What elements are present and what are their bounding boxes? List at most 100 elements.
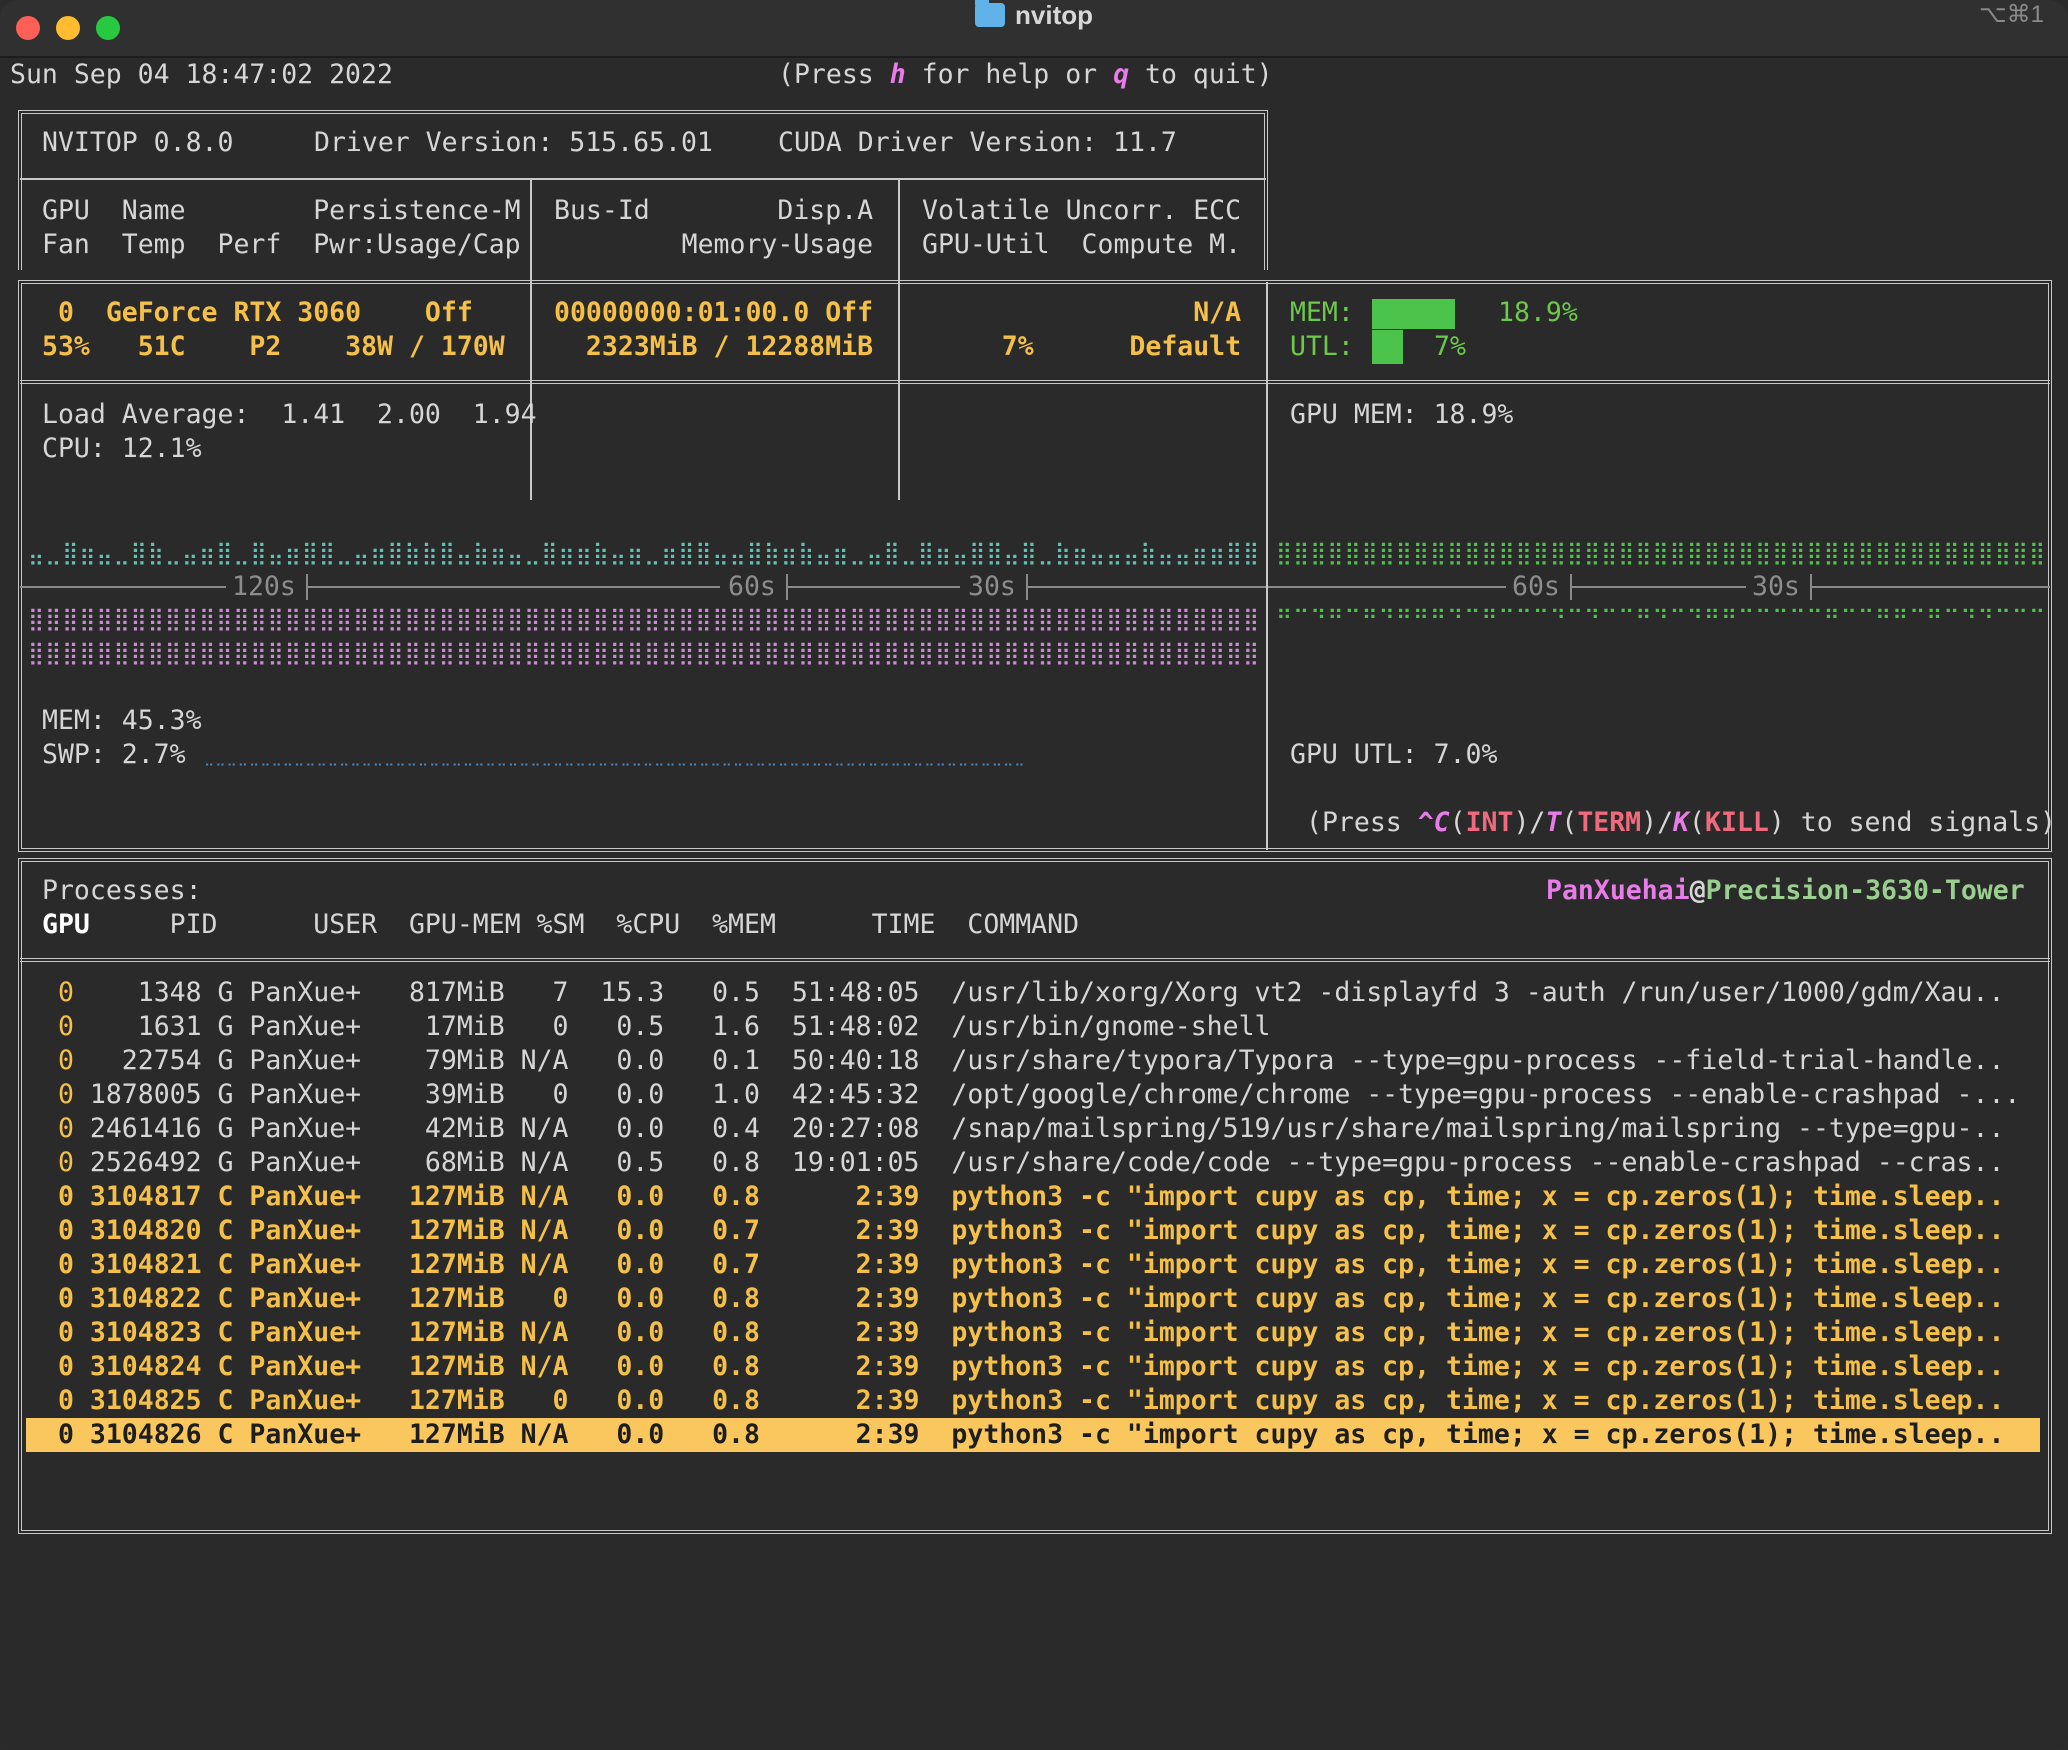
folder-icon — [975, 0, 1005, 27]
window-title-text: nvitop — [1015, 0, 1093, 30]
hostname: Precision-3630-Tower — [1705, 875, 2025, 906]
signals-text: ( — [1561, 807, 1578, 838]
process-row[interactable]: 0 1348 G PanXue+ 817MiB 7 15.3 0.5 51:48… — [26, 976, 2040, 1010]
user-host: PanXuehai@Precision-3630-Tower — [1546, 874, 2025, 908]
terminal-window: nvitop ⌥⌘1 Sun Sep 04 18:47:02 2022 (Pre… — [0, 0, 2068, 1750]
driver-version: Driver Version: 515.65.01 — [314, 127, 713, 158]
signals-text: )/ — [1513, 807, 1546, 838]
help-text-mid: for help or — [905, 59, 1114, 90]
process-gpu-index: 0 — [42, 1079, 74, 1110]
time-axis — [1572, 586, 1746, 588]
signal-key-k: K — [1673, 807, 1690, 838]
signal-int: INT — [1465, 807, 1514, 838]
time-axis — [788, 586, 960, 588]
utl-usage-bar — [1372, 330, 1403, 364]
process-row[interactable]: 0 3104817 C PanXue+ 127MiB N/A 0.0 0.8 2… — [26, 1180, 2040, 1214]
mem-usage-bar — [1372, 299, 1455, 329]
signals-text: ) to send signals) — [1768, 807, 2057, 838]
mem-percent: MEM: 45.3% — [42, 705, 202, 736]
divider — [20, 178, 1266, 180]
divider — [20, 958, 2050, 962]
gpu-utl-history-graph: ⠛⠉⠙⠛⠉⠛⠙⠛⠛⠛⠙⠉⠛⠉⠉⠉⠙⠉⠙⠉⠉⠛⠙⠉⠙⠛⠛⠉⠉⠉⠉⠉⠛⠉⠉⠛⠛⠉⠛⠉… — [1276, 608, 2044, 632]
process-details: 3104821 C PanXue+ 127MiB N/A 0.0 0.7 2:3… — [73, 1249, 2005, 1280]
gpu-row-c3r1: N/A — [922, 297, 1242, 328]
process-details: 3104825 C PanXue+ 127MiB 0 0.0 0.8 2:39 … — [73, 1385, 2005, 1416]
process-row[interactable]: 0 3104825 C PanXue+ 127MiB 0 0.0 0.8 2:3… — [26, 1384, 2040, 1418]
cpu-history-graph: ⣤⣀⣿⣶⣤⣀⣿⣷⣀⣤⣶⣿⣀⣿⣤⣶⣿⣿⣀⣤⣶⣿⣷⣷⣿⣤⣷⣶⣤⣀⣿⣶⣶⣷⣤⣶⣀⣶⣿⣿… — [28, 542, 1258, 566]
process-gpu-index: 0 — [42, 1113, 74, 1144]
process-gpu-index: 0 — [42, 1011, 74, 1042]
gpu-header-c2r1: Bus-Id Disp.A — [554, 195, 874, 226]
mem-history-graph: ⣿⣿⣿⣿⣿⣿⣿⣿⣿⣿⣿⣿⣿⣿⣿⣿⣿⣿⣿⣿⣿⣿⣿⣿⣿⣿⣿⣿⣿⣿⣿⣿⣿⣿⣿⣿⣿⣿⣿⣿… — [28, 608, 1258, 632]
process-gpu-index: 0 — [42, 1385, 74, 1416]
signals-hint: (Press ^C(INT)/T(TERM)/K(KILL) to send s… — [1306, 806, 2056, 840]
process-row[interactable]: 0 1878005 G PanXue+ 39MiB 0 0.0 1.0 42:4… — [26, 1078, 2040, 1112]
process-row[interactable]: 0 22754 G PanXue+ 79MiB N/A 0.0 0.1 50:4… — [26, 1044, 2040, 1078]
time-axis — [308, 586, 720, 588]
signals-text: (Press — [1306, 807, 1418, 838]
process-row[interactable]: 0 3104824 C PanXue+ 127MiB N/A 0.0 0.8 2… — [26, 1350, 2040, 1384]
swp-history-graph: ⣀⣀⣀⣀⣀⣀⣀⣀⣀⣀⣀⣀⣀⣀⣀⣀⣀⣀⣀⣀⣀⣀⣀⣀⣀⣀⣀⣀⣀⣀⣀⣀⣀⣀⣀⣀⣀⣀⣀⣀… — [204, 752, 1026, 766]
window-shortcut: ⌥⌘1 — [1978, 1, 2044, 28]
process-details: 3104817 C PanXue+ 127MiB N/A 0.0 0.8 2:3… — [73, 1181, 2005, 1212]
datetime: Sun Sep 04 18:47:02 2022 — [10, 59, 393, 90]
signal-term: TERM — [1577, 807, 1642, 838]
username: PanXuehai — [1546, 875, 1690, 906]
column-headers[interactable]: PID USER GPU-MEM %SM %CPU %MEM TIME COMM… — [90, 909, 1079, 940]
column-gpu[interactable]: GPU — [42, 909, 90, 940]
process-gpu-index: 0 — [42, 1317, 74, 1348]
signals-text: ( — [1449, 807, 1466, 838]
process-row[interactable]: 0 1631 G PanXue+ 17MiB 0 0.5 1.6 51:48:0… — [26, 1010, 2040, 1044]
processes-title: Processes: — [42, 875, 202, 906]
gpu-row-c3r2: 7% Default — [922, 331, 1242, 362]
help-hint: (Press h for help or q to quit) — [778, 58, 1273, 92]
col-divider — [1266, 282, 1268, 850]
gpu-row-c1r1: 0 GeForce RTX 3060 Off — [42, 297, 473, 328]
utl-bar-label: UTL: — [1290, 331, 1354, 362]
process-details: 3104820 C PanXue+ 127MiB N/A 0.0 0.7 2:3… — [73, 1215, 2005, 1246]
time-axis — [1028, 586, 1266, 588]
process-row[interactable]: 0 3104826 C PanXue+ 127MiB N/A 0.0 0.8 2… — [26, 1418, 2040, 1452]
help-text-suffix: to quit) — [1129, 59, 1273, 90]
tick-30s-gpu: 30s — [1752, 571, 1800, 602]
process-row[interactable]: 0 3104820 C PanXue+ 127MiB N/A 0.0 0.7 2… — [26, 1214, 2040, 1248]
gpu-header-c1r2: Fan Temp Perf Pwr:Usage/Cap — [42, 229, 521, 260]
tick-120s: 120s — [232, 571, 296, 602]
process-details: 3104826 C PanXue+ 127MiB N/A 0.0 0.8 2:3… — [73, 1419, 2005, 1450]
divider — [20, 380, 2050, 384]
process-row[interactable]: 0 3104821 C PanXue+ 127MiB N/A 0.0 0.7 2… — [26, 1248, 2040, 1282]
process-gpu-index: 0 — [42, 1283, 74, 1314]
process-gpu-index: 0 — [42, 1215, 74, 1246]
gpu-header-c3r1: Volatile Uncorr. ECC — [922, 195, 1242, 226]
process-details: 2526492 G PanXue+ 68MiB N/A 0.5 0.8 19:0… — [73, 1147, 2005, 1178]
process-row[interactable]: 0 2526492 G PanXue+ 68MiB N/A 0.5 0.8 19… — [26, 1146, 2040, 1180]
process-details: 3104822 C PanXue+ 127MiB 0 0.0 0.8 2:39 … — [73, 1283, 2005, 1314]
time-axis — [20, 586, 226, 588]
gpu-header-c2r2: Memory-Usage — [554, 229, 874, 260]
process-row[interactable]: 0 3104823 C PanXue+ 127MiB N/A 0.0 0.8 2… — [26, 1316, 2040, 1350]
process-gpu-index: 0 — [42, 1181, 74, 1212]
process-details: 2461416 G PanXue+ 42MiB N/A 0.0 0.4 20:2… — [73, 1113, 2005, 1144]
process-row[interactable]: 0 3104822 C PanXue+ 127MiB 0 0.0 0.8 2:3… — [26, 1282, 2040, 1316]
nvitop-version: NVITOP 0.8.0 — [42, 127, 234, 158]
tick-30s: 30s — [968, 571, 1016, 602]
load-average: Load Average: 1.41 2.00 1.94 — [42, 399, 537, 430]
time-axis — [1268, 586, 1506, 588]
gpu-mem-history-graph: ⣿⣿⣿⣿⣿⣿⣿⣿⣿⣿⣿⣿⣿⣿⣿⣿⣿⣿⣿⣿⣿⣿⣿⣿⣿⣿⣿⣿⣿⣿⣿⣿⣿⣿⣿⣿⣿⣿⣿⣿… — [1276, 542, 2044, 566]
process-row[interactable]: 0 2461416 G PanXue+ 42MiB N/A 0.0 0.4 20… — [26, 1112, 2040, 1146]
help-text-prefix: (Press — [778, 59, 890, 90]
at-sign: @ — [1689, 875, 1706, 906]
window-title: nvitop — [0, 0, 2068, 56]
process-details: 1878005 G PanXue+ 39MiB 0 0.0 1.0 42:45:… — [73, 1079, 2021, 1110]
process-details: 1348 G PanXue+ 817MiB 7 15.3 0.5 51:48:0… — [73, 977, 2005, 1008]
process-gpu-index: 0 — [42, 977, 74, 1008]
mem-bar-value: 18.9% — [1498, 297, 1578, 328]
gpu-status-frame — [18, 280, 2052, 852]
swp-percent: SWP: 2.7% — [42, 739, 186, 770]
help-key-q: q — [1113, 59, 1130, 90]
tick-60s-gpu: 60s — [1512, 571, 1560, 602]
title-bar: nvitop ⌥⌘1 — [0, 0, 2068, 58]
process-details: 1631 G PanXue+ 17MiB 0 0.5 1.6 51:48:02 … — [73, 1011, 1271, 1042]
mem-bar-label: MEM: — [1290, 297, 1354, 328]
gpu-row-c1r2: 53% 51C P2 38W / 170W — [42, 331, 505, 362]
